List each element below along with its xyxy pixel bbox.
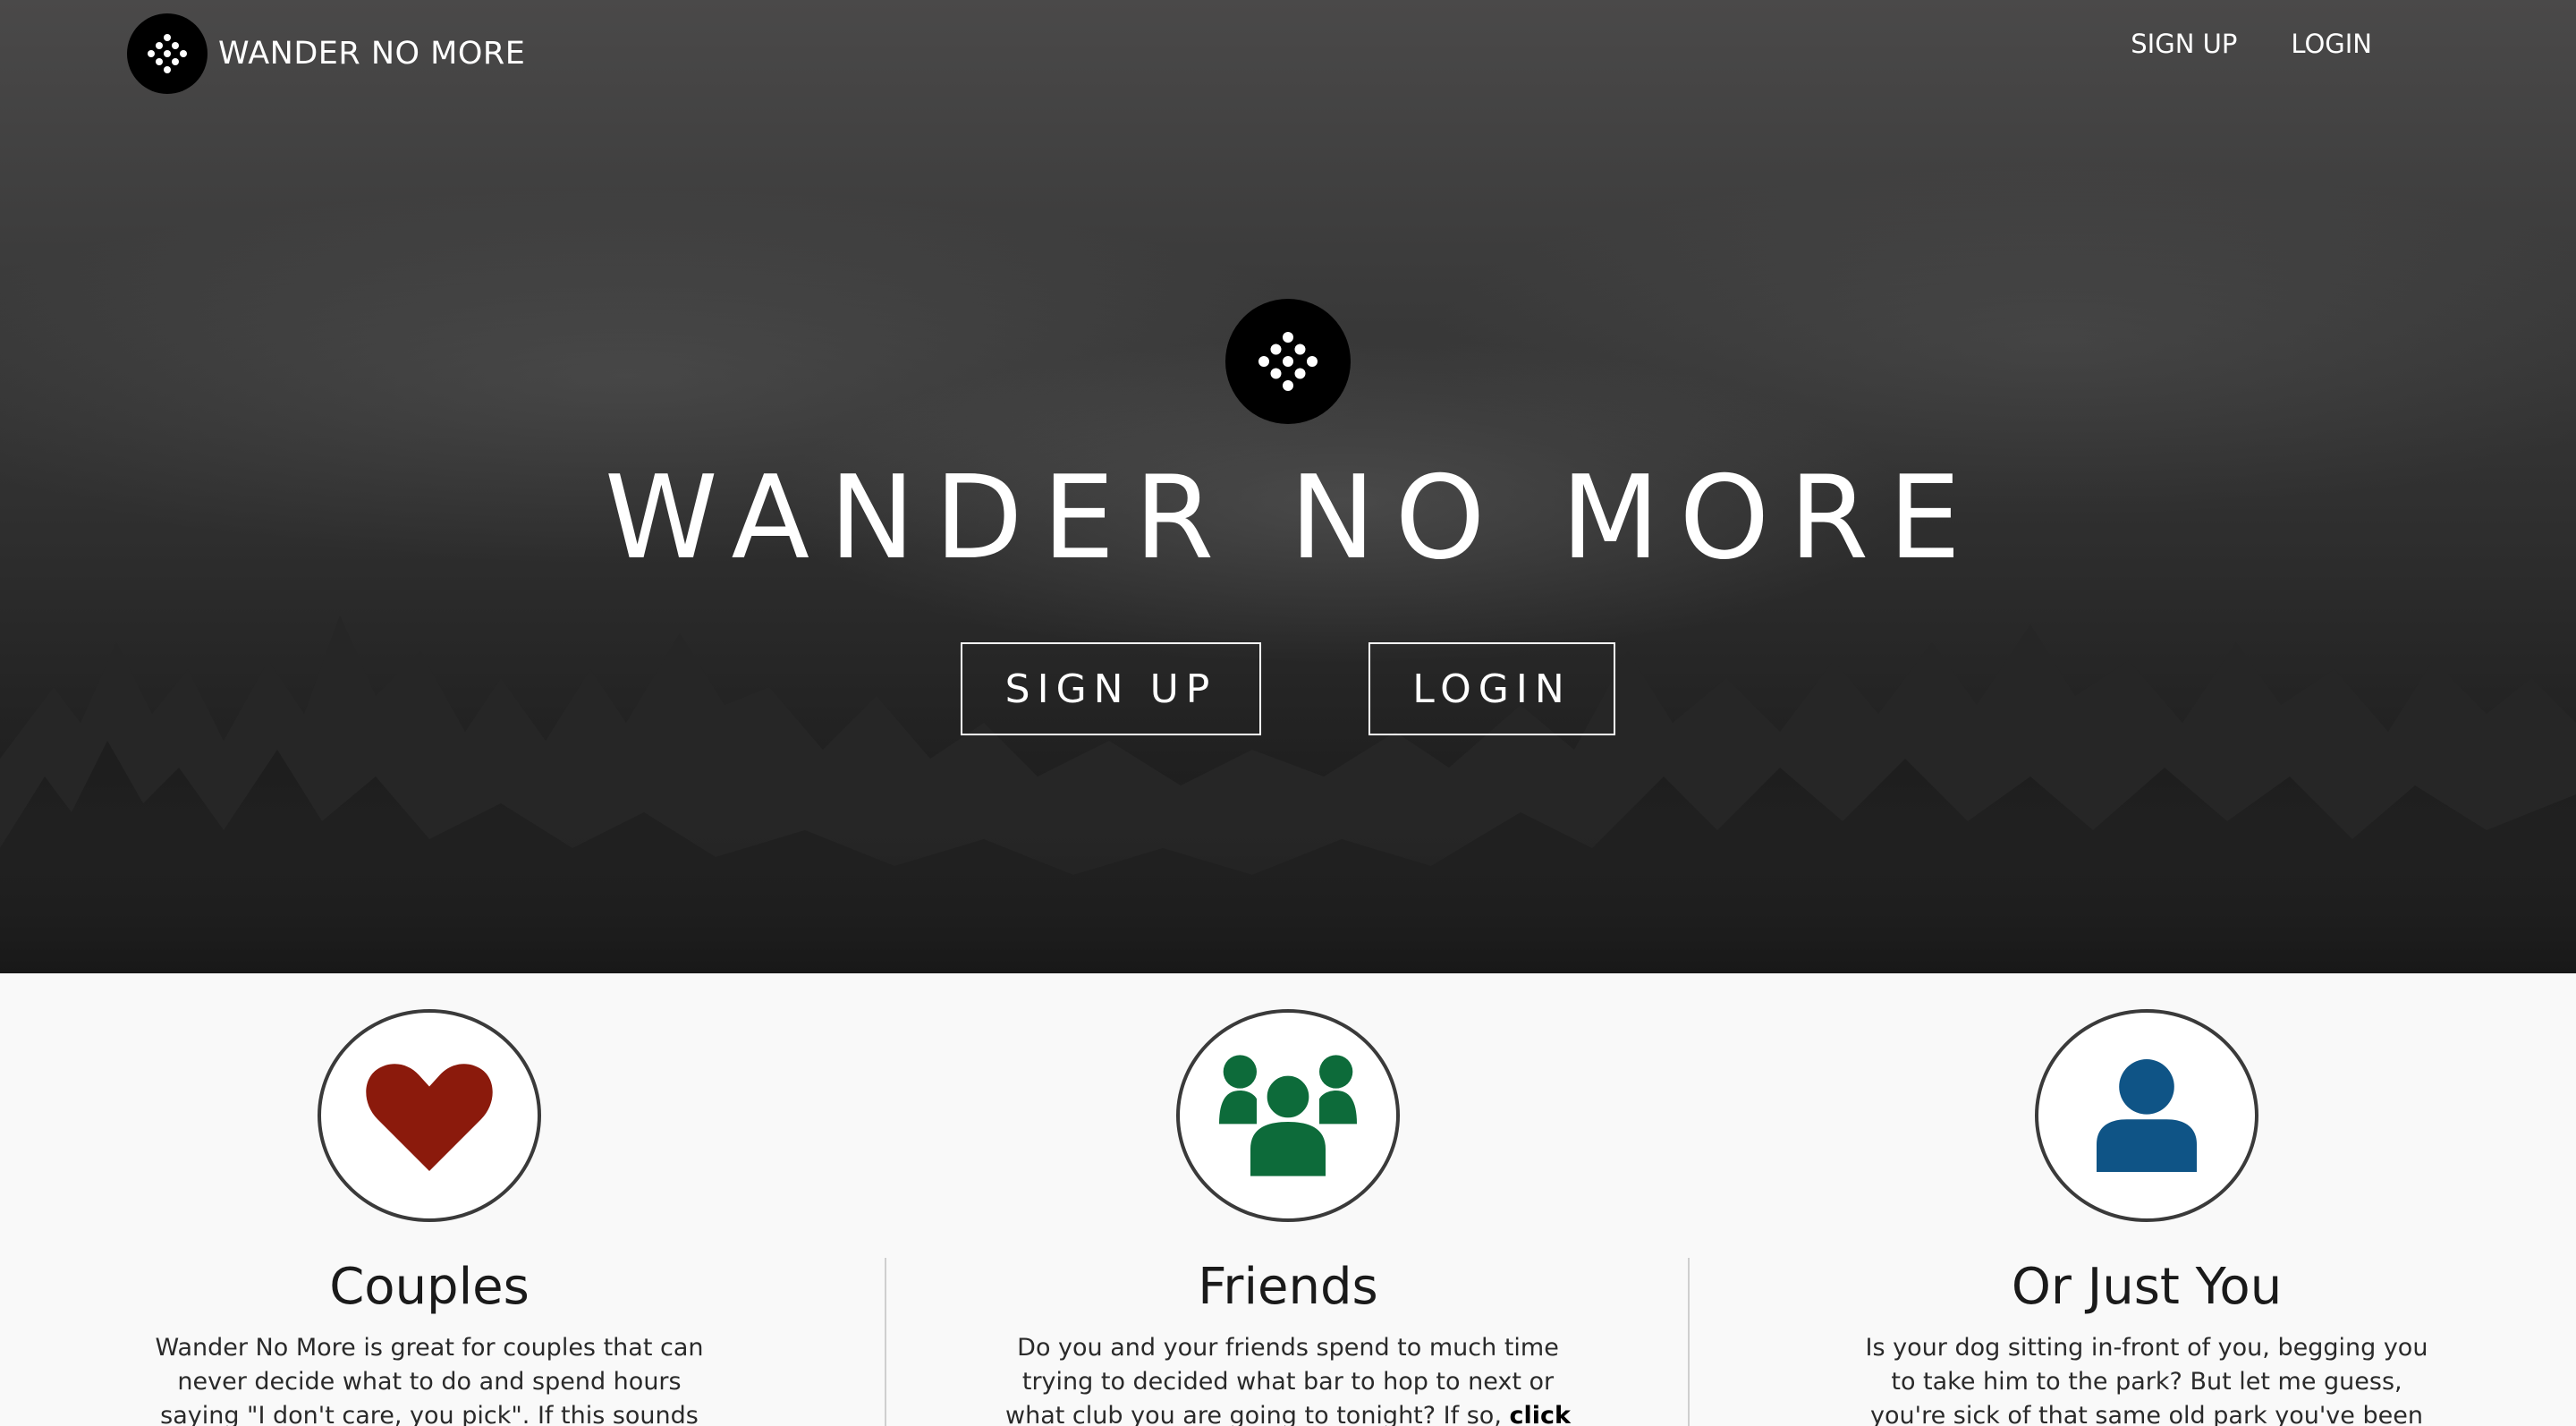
top-nav: SIGN UP LOGIN: [2131, 29, 2372, 59]
heart-icon: [366, 1064, 493, 1171]
hero-signup-button[interactable]: SIGN UP: [961, 642, 1261, 735]
brand-link[interactable]: WANDER NO MORE: [127, 13, 525, 95]
feature-description: Is your dog sitting in-front of you, beg…: [1865, 1334, 2428, 1426]
hero-title: WANDER NO MORE: [604, 452, 1981, 585]
features-section: Couples Wander No More is great for coup…: [0, 973, 2576, 1426]
users-icon: [1219, 1055, 1357, 1178]
column-divider: [885, 1258, 886, 1426]
hero-logo-icon: [1225, 299, 1351, 424]
feature-icon-circle: [318, 1009, 541, 1222]
brand-name: WANDER NO MORE: [218, 36, 526, 72]
column-divider: [1688, 1258, 1690, 1426]
nav-login-link[interactable]: LOGIN: [2291, 29, 2372, 59]
feature-icon-circle: [2035, 1009, 2258, 1222]
feature-title: Couples: [329, 1258, 530, 1316]
feature-title: Friends: [1198, 1258, 1378, 1316]
click-here-link[interactable]: click: [1510, 1402, 1571, 1426]
logo-icon: [127, 13, 208, 94]
hero-login-button[interactable]: LOGIN: [1368, 642, 1615, 735]
feature-description: Wander No More is great for couples that…: [155, 1334, 704, 1426]
user-icon: [2097, 1059, 2197, 1172]
feature-title: Or Just You: [2011, 1258, 2283, 1316]
feature-icon-circle: [1176, 1009, 1400, 1222]
nav-signup-link[interactable]: SIGN UP: [2131, 29, 2237, 59]
feature-description: Do you and your friends spend to much ti…: [859, 1331, 1717, 1426]
